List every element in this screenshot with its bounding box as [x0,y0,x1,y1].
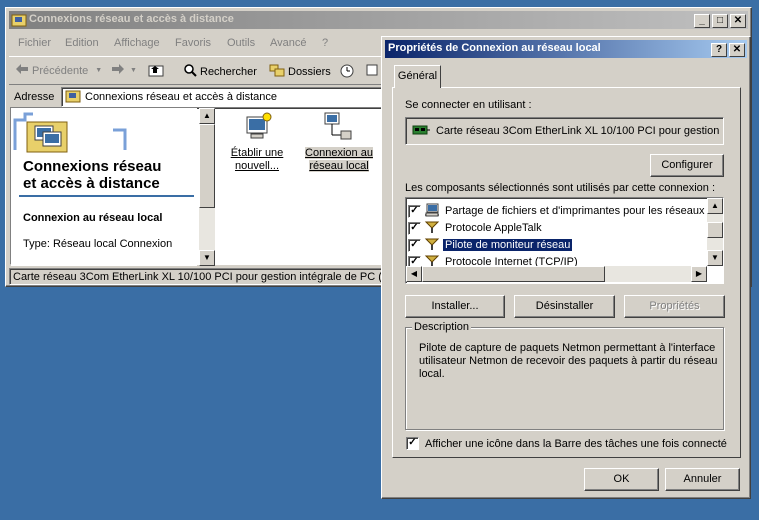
network-folder-icon [11,12,27,31]
scroll-up-button[interactable]: ▲ [199,108,215,124]
scroll-down-button[interactable]: ▼ [707,250,723,266]
menu-outils[interactable]: Outils [227,37,255,49]
list-item[interactable]: ✓ Protocole AppleTalk [408,220,544,236]
maximize-button[interactable]: □ [712,14,728,28]
menu-affichage[interactable]: Affichage [114,37,160,49]
properties-dialog: Propriétés de Connexion au réseau local … [381,36,751,499]
components-hscrollbar[interactable]: ◀ ▶ [406,266,707,282]
close-button[interactable]: ✕ [730,14,746,28]
properties-button[interactable]: Propriétés [624,295,725,318]
share-icon [424,203,440,220]
scroll-down-button[interactable]: ▼ [199,250,215,266]
component-label: Partage de fichiers et d'imprimantes pou… [445,205,724,217]
component-checkbox[interactable]: ✓ [408,221,421,235]
page-title-line2: et accès à distance [23,175,160,192]
components-list[interactable]: ✓ Partage de fichiers et d'imprimantes p… [405,197,724,284]
ok-button[interactable]: OK [584,468,659,491]
search-button[interactable]: Rechercher [183,63,257,80]
uninstall-button[interactable]: Désinstaller [514,295,615,318]
page-title-line1: Connexions réseau [23,158,162,175]
protocol-icon [424,220,440,237]
move-to-icon [365,63,379,80]
forward-button[interactable]: ▼ [111,63,137,78]
title-divider [19,195,194,197]
selected-item-type: Type: Réseau local Connexion [23,238,173,250]
components-label: Les composants sélectionnés sont utilisé… [405,182,716,194]
install-button[interactable]: Installer... [405,295,505,318]
history-icon [339,63,355,82]
local-connection-item[interactable]: Connexion au réseau local [302,111,376,173]
component-label: Protocole AppleTalk [445,222,542,234]
page-title: Connexions réseau et accès à distance [23,158,195,192]
protocol-icon [424,237,440,254]
folders-label: Dossiers [288,65,331,78]
cancel-button[interactable]: Annuler [665,468,740,491]
local-connection-label-1: Connexion au [305,147,373,159]
back-button[interactable]: Précédente ▼ [15,63,102,78]
configure-button[interactable]: Configurer [650,154,724,177]
search-label: Rechercher [200,65,257,78]
address-value: Connexions réseau et accès à distance [85,91,278,103]
folders-icon [269,63,285,80]
network-folder-icon [65,89,81,106]
network-folder-banner-icon [13,110,131,154]
component-label-selected: Pilote de moniteur réseau [441,238,574,252]
web-view-pane: Connexions réseau et accès à distance Co… [11,108,197,266]
show-icon-checkbox[interactable]: ✓ [406,437,419,450]
forward-dropdown-icon: ▼ [130,67,137,74]
explorer-title-bar[interactable]: Connexions réseau et accès à distance _ … [9,11,748,29]
local-connection-label-2: réseau local [309,160,369,172]
search-icon [183,63,197,80]
back-dropdown-icon: ▼ [95,67,103,74]
component-checkbox[interactable]: ✓ [408,204,421,218]
scroll-thumb[interactable] [199,124,215,208]
help-button[interactable]: ? [711,43,727,57]
menu-avance[interactable]: Avancé [270,37,307,49]
show-icon-label: Afficher une icône dans la Barre des tâc… [425,437,727,450]
components-vscrollbar[interactable]: ▲ ▼ [707,198,723,266]
adapter-name: Carte réseau 3Com EtherLink XL 10/100 PC… [436,125,720,137]
back-label: Précédente [32,64,89,77]
new-connection-item[interactable]: Établir une nouvell... [220,111,294,173]
new-connection-label-1: Établir une [230,147,284,159]
new-connection-icon [241,111,273,147]
explorer-title: Connexions réseau et accès à distance [29,13,234,25]
scroll-up-button[interactable]: ▲ [707,198,723,214]
history-button[interactable] [339,63,355,82]
left-pane-scrollbar[interactable]: ▲ ▼ [199,108,215,266]
dialog-title: Propriétés de Connexion au réseau local [388,42,601,54]
tab-general[interactable]: Général [394,65,441,88]
network-card-icon [412,123,430,140]
scroll-right-button[interactable]: ▶ [691,266,707,282]
adapter-field: Carte réseau 3Com EtherLink XL 10/100 PC… [405,117,724,145]
menu-favoris[interactable]: Favoris [175,37,211,49]
scroll-thumb[interactable] [707,222,723,238]
list-item[interactable]: ✓ Pilote de moniteur réseau [408,237,574,254]
back-arrow-icon [15,63,29,78]
new-connection-label-2: nouvell... [234,160,280,172]
show-icon-option[interactable]: ✓ Afficher une icône dans la Barre des t… [406,437,727,450]
move-to-button[interactable] [365,63,379,80]
dialog-close-button[interactable]: ✕ [729,43,745,57]
description-text: Pilote de capture de paquets Netmon perm… [419,342,718,380]
address-field[interactable]: Connexions réseau et accès à distance [61,87,386,107]
menu-fichier[interactable]: Fichier [18,37,51,49]
menu-edition[interactable]: Edition [65,37,99,49]
address-label: Adresse [14,91,55,103]
minimize-button[interactable]: _ [694,14,710,28]
up-folder-icon [148,63,164,80]
scroll-thumb[interactable] [422,266,605,282]
list-item[interactable]: ✓ Partage de fichiers et d'imprimantes p… [408,203,724,220]
lan-connection-icon [323,111,355,147]
up-folder-button[interactable] [148,63,164,80]
connect-using-label: Se connecter en utilisant : [405,99,532,111]
folders-button[interactable]: Dossiers [269,63,331,80]
selected-item-name: Connexion au réseau local [23,212,163,224]
forward-arrow-icon [111,63,125,78]
scroll-left-button[interactable]: ◀ [406,266,422,282]
description-legend: Description [412,321,472,333]
menu-help[interactable]: ? [322,37,328,49]
component-checkbox[interactable]: ✓ [408,238,421,252]
dialog-title-bar[interactable]: Propriétés de Connexion au réseau local … [385,40,747,58]
